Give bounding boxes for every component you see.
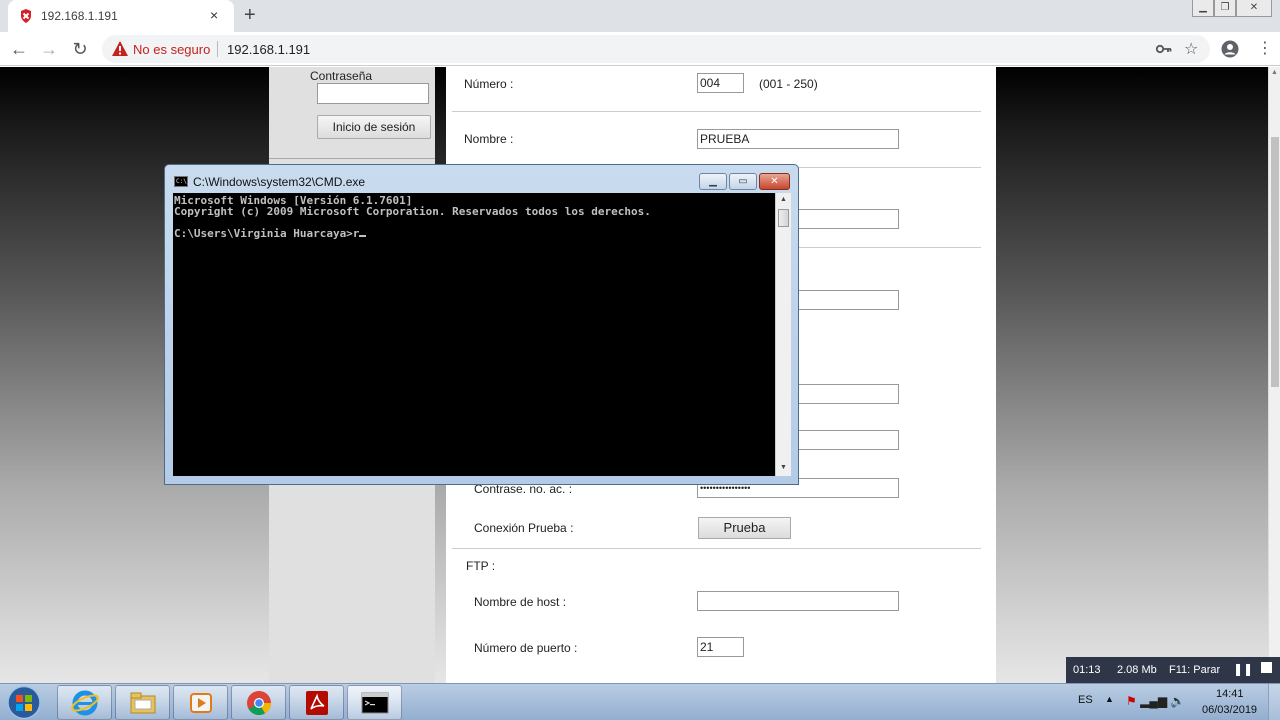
network-icon[interactable]: ▂▄▆ — [1140, 694, 1167, 708]
chrome-icon — [247, 691, 271, 716]
taskbar-cmd[interactable] — [347, 685, 402, 720]
tray-icons: ⚑ ▂▄▆ 🔈 — [1126, 694, 1185, 708]
recorder-time: 01:13 — [1073, 664, 1101, 676]
clock-time[interactable]: 14:41 — [1216, 688, 1244, 700]
volume-icon[interactable]: 🔈 — [1170, 694, 1185, 708]
password-input[interactable] — [317, 83, 429, 104]
taskbar-internet-explorer[interactable] — [57, 685, 112, 720]
internet-explorer-icon — [71, 690, 99, 716]
scroll-up-icon[interactable]: ▲ — [1271, 69, 1278, 76]
scroll-up-icon[interactable]: ▲ — [780, 196, 787, 203]
sidebar-divider — [269, 158, 435, 159]
cmd-maximize-icon[interactable]: ▭ — [729, 173, 757, 190]
site-favicon-icon — [21, 9, 31, 23]
command-prompt-icon — [361, 692, 389, 714]
page-scrollbar[interactable]: ▲ — [1268, 67, 1280, 683]
form-divider — [452, 111, 981, 112]
folder-icon — [130, 692, 156, 714]
recorder-bar: 01:13 2.08 Mb F11: Parar ❚❚ — [1066, 657, 1280, 683]
console-line: Copyright (c) 2009 Microsoft Corporation… — [174, 205, 651, 218]
cmd-minimize-icon[interactable]: ▁ — [699, 173, 727, 190]
browser-toolbar: ← → ↻ No es seguro 192.168.1.191 ☆ ⋮ — [0, 32, 1280, 66]
stop-icon[interactable] — [1261, 662, 1272, 673]
warning-icon — [112, 41, 128, 56]
reload-icon[interactable]: ↻ — [69, 38, 91, 60]
new-tab-button[interactable]: + — [244, 4, 256, 26]
nombre-field[interactable]: PRUEBA — [697, 129, 899, 149]
cmd-window-title: C:\Windows\system32\CMD.exe — [193, 175, 366, 189]
conexion-prueba-label: Conexión Prueba : — [474, 521, 574, 535]
action-center-icon[interactable]: ⚑ — [1126, 694, 1137, 708]
numero-label: Número : — [464, 77, 514, 91]
taskbar-acrobat[interactable] — [289, 685, 344, 720]
ftp-heading: FTP : — [466, 559, 496, 573]
recorder-size: 2.08 Mb — [1117, 664, 1157, 676]
show-desktop-button[interactable] — [1268, 684, 1280, 720]
tab-close-icon[interactable]: × — [210, 7, 218, 23]
omnibox-separator — [217, 41, 218, 57]
cmd-window[interactable]: C:\ C:\Windows\system32\CMD.exe ▁ ▭ ✕ Mi… — [164, 164, 799, 485]
address-bar[interactable]: No es seguro 192.168.1.191 ☆ — [102, 35, 1210, 63]
forward-arrow-icon[interactable]: → — [38, 38, 60, 60]
back-arrow-icon[interactable]: ← — [8, 38, 30, 60]
close-icon[interactable]: ✕ — [1236, 0, 1272, 17]
numero-range: (001 - 250) — [759, 77, 818, 91]
console-prompt: C:\Users\Virginia Huarcaya>r — [174, 227, 360, 240]
start-button-icon[interactable] — [4, 685, 44, 720]
taskbar: ES ▲ ⚑ ▂▄▆ 🔈 14:41 06/03/2019 — [0, 683, 1280, 720]
minimize-icon[interactable]: ▁ — [1192, 0, 1214, 17]
show-hidden-icons-icon[interactable]: ▲ — [1105, 694, 1114, 704]
host-field[interactable] — [697, 591, 899, 611]
cmd-scrollbar[interactable]: ▲ ▼ — [775, 193, 791, 476]
chrome-menu-icon[interactable]: ⋮ — [1257, 41, 1273, 57]
url-text[interactable]: 192.168.1.191 — [227, 42, 310, 57]
window-controls: ▁ ❐ ✕ — [1192, 0, 1272, 18]
taskbar-chrome[interactable] — [231, 685, 286, 720]
numero-field[interactable]: 004 — [697, 73, 744, 93]
password-label: Contraseña — [310, 69, 373, 83]
tab-strip: 192.168.1.191 × + ▁ ❐ ✕ — [0, 0, 1280, 32]
form-divider — [452, 548, 981, 549]
tab-title: 192.168.1.191 — [41, 9, 118, 23]
key-icon[interactable] — [1156, 43, 1172, 55]
console-output[interactable]: Microsoft Windows [Versión 6.1.7601] Copy… — [173, 193, 775, 476]
taskbar-file-explorer[interactable] — [115, 685, 170, 720]
restore-icon[interactable]: ❐ — [1214, 0, 1236, 17]
media-player-icon — [190, 693, 212, 713]
text-cursor — [359, 235, 367, 237]
pause-icon[interactable]: ❚❚ — [1233, 662, 1253, 676]
host-label: Nombre de host : — [474, 595, 567, 609]
taskbar-media-player[interactable] — [173, 685, 228, 720]
clock-date[interactable]: 06/03/2019 — [1202, 704, 1257, 716]
puerto-label: Número de puerto : — [474, 641, 578, 655]
language-indicator[interactable]: ES — [1078, 694, 1093, 706]
scroll-down-icon[interactable]: ▼ — [780, 464, 787, 471]
console-icon: C:\ — [174, 176, 188, 187]
scrollbar-thumb[interactable] — [1271, 137, 1279, 387]
not-secure-label[interactable]: No es seguro — [133, 42, 210, 57]
recorder-hotkey: F11: Parar — [1169, 664, 1221, 676]
account-icon[interactable] — [1221, 40, 1239, 58]
scrollbar-thumb[interactable] — [778, 209, 789, 227]
browser-tab[interactable]: 192.168.1.191 × — [8, 0, 234, 32]
prueba-button[interactable]: Prueba — [698, 517, 791, 539]
login-button[interactable]: Inicio de sesión — [317, 115, 431, 139]
puerto-field[interactable]: 21 — [697, 637, 744, 657]
nombre-label: Nombre : — [464, 132, 514, 146]
cmd-close-icon[interactable]: ✕ — [759, 173, 790, 190]
pdf-reader-icon — [306, 691, 328, 715]
bookmark-star-icon[interactable]: ☆ — [1184, 39, 1198, 59]
